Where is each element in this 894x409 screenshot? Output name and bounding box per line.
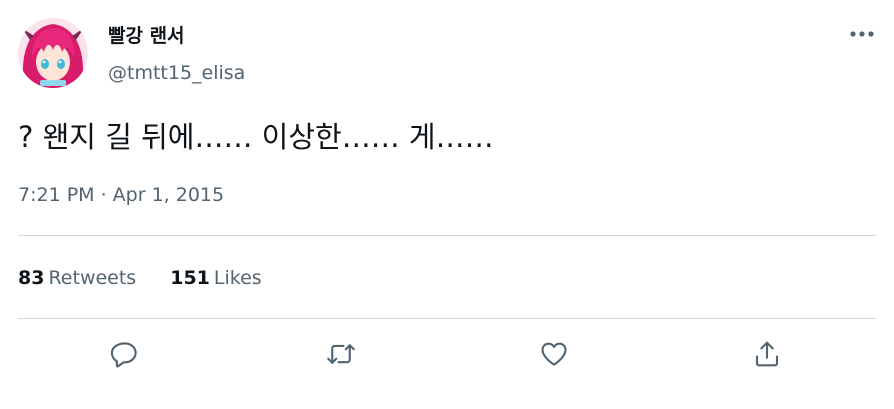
like-icon [541, 342, 567, 366]
retweets-stat[interactable]: 83 Retweets [18, 264, 136, 292]
retweet-button[interactable] [320, 333, 362, 375]
retweet-icon [327, 344, 355, 364]
tweet-stats: 83 Retweets 151 Likes [18, 264, 262, 292]
tweet-timestamp[interactable]: 7:21 PM · Apr 1, 2015 [18, 181, 224, 209]
more-icon [850, 31, 874, 37]
likes-stat[interactable]: 151 Likes [170, 264, 261, 292]
share-button[interactable] [746, 333, 788, 375]
likes-count: 151 [170, 267, 210, 289]
tweet-text: ? 왠지 길 뒤에…… 이상한…… 게…… [18, 120, 494, 154]
display-name[interactable]: 빨강 랜서 [108, 22, 185, 50]
retweets-label: Retweets [48, 267, 137, 289]
reply-button[interactable] [104, 333, 146, 375]
tweet-actions [0, 333, 894, 375]
reply-icon [110, 342, 137, 368]
user-handle[interactable]: @tmtt15_elisa [108, 60, 245, 86]
like-button[interactable] [533, 333, 575, 375]
divider [18, 318, 876, 319]
anime-avatar-icon [18, 18, 88, 88]
likes-label: Likes [213, 267, 262, 289]
retweets-count: 83 [18, 267, 45, 289]
avatar[interactable] [18, 18, 88, 88]
share-icon [755, 341, 779, 367]
more-options-button[interactable] [844, 22, 880, 46]
divider [18, 235, 876, 236]
